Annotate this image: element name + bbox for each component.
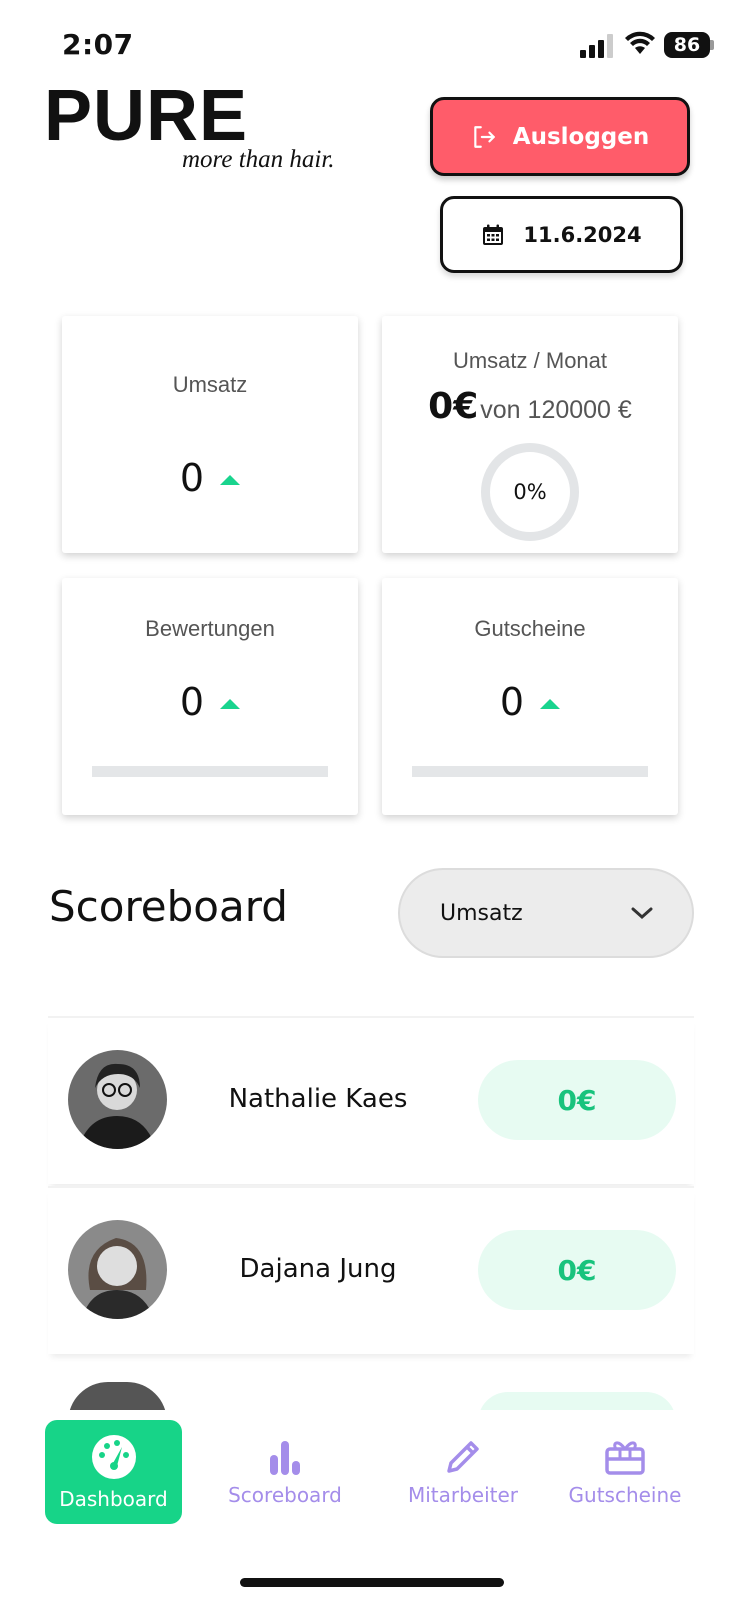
employee-name: Dajana Jung — [239, 1254, 397, 1284]
umsatz-monat-value: 0€ — [428, 386, 479, 427]
nav-scoreboard-label: Scoreboard — [228, 1483, 342, 1507]
gutscheine-value: 0 — [499, 680, 525, 724]
bewertungen-progress-bar — [92, 766, 328, 777]
logout-button[interactable]: Ausloggen — [430, 97, 690, 176]
avatar — [68, 1050, 167, 1149]
avatar — [68, 1220, 167, 1319]
nav-gutscheine-label: Gutscheine — [568, 1483, 682, 1507]
employee-revenue-badge: 0€ — [478, 1060, 676, 1140]
chevron-down-icon — [631, 907, 653, 920]
bewertungen-card: Bewertungen 0 — [62, 578, 358, 815]
bewertungen-title: Bewertungen — [145, 616, 275, 641]
bewertungen-value: 0 — [179, 680, 205, 724]
brand-tagline: more than hair. — [182, 146, 335, 173]
status-time: 2:07 — [62, 28, 134, 61]
gutscheine-progress-bar — [412, 766, 648, 777]
home-indicator — [240, 1578, 504, 1587]
employee-revenue-badge: 0€ — [478, 1230, 676, 1310]
bar-chart-icon — [270, 1441, 300, 1475]
scoreboard-row[interactable]: Dajana Jung 0€ — [48, 1186, 694, 1354]
nav-gutscheine[interactable]: Gutscheine — [560, 1420, 690, 1524]
trend-up-icon — [220, 475, 241, 485]
gutscheine-card: Gutscheine 0 — [382, 578, 678, 815]
scoreboard-row[interactable]: Nathalie Kaes 0€ — [48, 1016, 694, 1184]
progress-ring: 0% — [481, 443, 579, 541]
progress-ring-label: 0% — [513, 480, 547, 504]
logout-label: Ausloggen — [512, 123, 650, 150]
date-picker-button[interactable]: 11.6.2024 — [440, 196, 683, 273]
umsatz-title: Umsatz — [172, 372, 248, 397]
nav-dashboard-label: Dashboard — [59, 1487, 168, 1511]
dashboard-icon — [91, 1435, 136, 1479]
umsatz-card: Umsatz 0 — [62, 316, 358, 553]
pencil-icon — [447, 1441, 479, 1473]
brand-logo: PURE — [44, 76, 249, 156]
battery-icon: 86 — [664, 32, 710, 58]
calendar-icon — [483, 224, 504, 245]
nav-dashboard[interactable]: Dashboard — [45, 1420, 182, 1524]
scoreboard-filter-value: Umsatz — [440, 900, 523, 926]
nav-mitarbeiter-label: Mitarbeiter — [407, 1483, 519, 1507]
battery-tip — [710, 40, 714, 50]
gift-icon — [605, 1441, 645, 1475]
date-label: 11.6.2024 — [523, 222, 642, 247]
trend-up-icon — [540, 699, 561, 709]
trend-up-icon — [220, 699, 241, 709]
umsatz-monat-title: Umsatz / Monat — [452, 348, 608, 373]
logout-icon — [474, 125, 495, 148]
signal-icon — [580, 34, 613, 58]
umsatz-value: 0 — [179, 456, 205, 500]
umsatz-monat-card: Umsatz / Monat 0€ von 120000 € 0% — [382, 316, 678, 553]
gutscheine-title: Gutscheine — [474, 616, 586, 641]
nav-scoreboard[interactable]: Scoreboard — [220, 1420, 350, 1524]
nav-mitarbeiter[interactable]: Mitarbeiter — [398, 1420, 528, 1524]
scoreboard-filter-select[interactable]: Umsatz — [398, 868, 694, 958]
wifi-icon — [625, 31, 655, 54]
umsatz-monat-goal: von 120000 € — [480, 396, 632, 424]
scoreboard-title: Scoreboard — [49, 882, 288, 931]
employee-name: Nathalie Kaes — [228, 1084, 408, 1114]
